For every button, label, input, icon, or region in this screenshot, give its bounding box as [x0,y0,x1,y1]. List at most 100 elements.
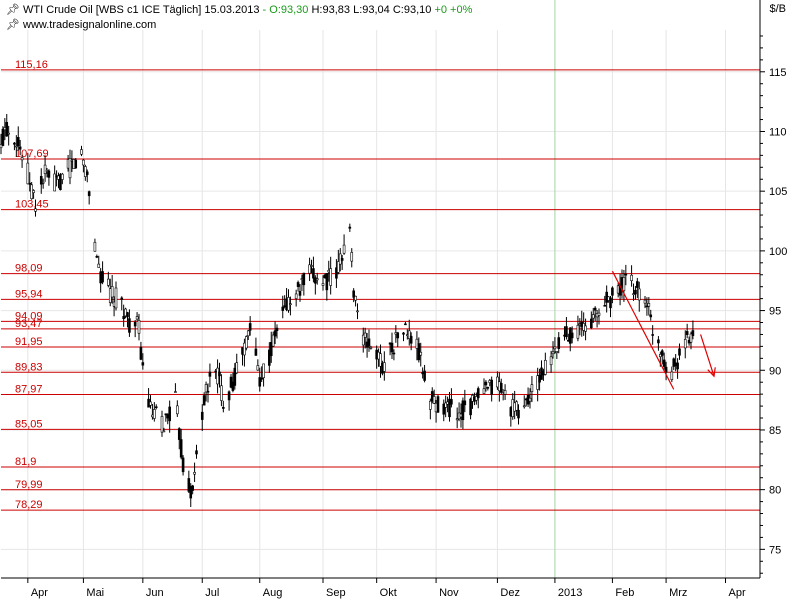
candle-body [28,182,32,185]
candle-body [177,428,181,440]
candle [101,261,104,285]
candle [396,331,400,348]
candle-body [95,256,99,258]
pin-icon[interactable]: 📌︎ [6,19,20,31]
candle-body [549,356,553,366]
candle-body [429,400,432,410]
trend-line [611,270,675,390]
candle-body [528,397,532,402]
x-tick-label: Jul [205,587,219,599]
candle-body [664,366,668,373]
candle-body [181,457,185,473]
x-tick-label: 2013 [558,587,582,599]
candle [296,280,300,292]
candle-body [18,146,22,150]
candle [95,254,99,259]
candle [39,168,43,194]
candle-body [43,164,47,174]
low-value: L:93,04 [353,4,390,16]
candle [308,257,311,281]
candle-body [20,157,24,161]
candle-body [85,171,89,175]
candle [80,145,83,157]
candle-body [321,283,325,286]
candle-body [576,324,580,339]
candle-body [271,334,275,347]
level-label: 93,47 [15,318,43,330]
candle [154,404,158,410]
candle-body [657,339,660,344]
candle-body [409,335,413,344]
candle-body [622,277,626,292]
pin-icon[interactable]: 📌︎ [6,4,20,16]
candle [356,303,359,320]
candle-body [383,362,386,372]
open-value: O:93,30 [269,4,309,16]
candle-body [676,362,679,370]
price-chart: 115,16107,69103,4598,0995,9494,0993,4791… [0,0,787,599]
candle-body [13,142,16,145]
candle [342,234,346,255]
candle-body [61,173,64,180]
candle [486,386,490,391]
candle [404,321,407,326]
y-tick-label: 115 [769,67,787,79]
candle-body [354,295,357,301]
x-tick-label: Nov [439,587,459,599]
candle-body [342,244,346,254]
candle [630,265,633,287]
candle [176,400,179,417]
y-tick-label: 100 [769,246,787,258]
candle-body [402,332,405,335]
candle-body [636,281,639,288]
candle-body [294,293,298,299]
candle [568,327,572,352]
candle-body [404,323,407,326]
candle-body [87,191,91,197]
candle-body [553,346,557,350]
candle-body [591,314,595,319]
x-tick-label: Apr [31,587,48,599]
candle-body [254,348,258,356]
candle-body [218,371,221,377]
candle [168,400,171,433]
candle-body [262,363,265,379]
candle [536,367,539,402]
candle-body [298,291,302,296]
x-tick-label: Apr [729,587,746,599]
candle [423,364,426,383]
candle-body [204,384,208,393]
candle [53,165,56,192]
candle [657,336,660,351]
candle [503,384,507,400]
data-source: [WBS c1 ICE [95,4,160,16]
candle [482,378,486,394]
candle [68,149,72,185]
candle [200,404,204,432]
candle-body [135,316,139,320]
interval: Täglich] [162,4,202,16]
x-tick-label: Mrz [669,587,687,599]
candle [262,363,265,387]
candle [325,273,329,301]
candle-body [476,388,480,399]
candle-body [593,307,597,311]
candle-body [120,297,124,300]
candle [174,383,177,393]
candle-body [193,472,196,475]
candle [647,297,651,316]
y-tick-label: 75 [769,544,781,556]
x-tick-label: Mai [86,587,104,599]
candle [135,312,139,321]
candle [120,296,124,311]
candle-body [637,288,641,301]
website: www.tradesignalonline.com [23,19,157,31]
website-line: 📌︎ www.tradesignalonline.com [6,18,156,31]
candle-body [348,226,352,229]
candle-body [417,343,421,361]
y-tick-label: 110 [769,126,787,138]
candle-body [256,365,260,371]
candle-body [15,145,18,148]
candle-body [630,274,633,281]
candle-body [220,385,223,401]
